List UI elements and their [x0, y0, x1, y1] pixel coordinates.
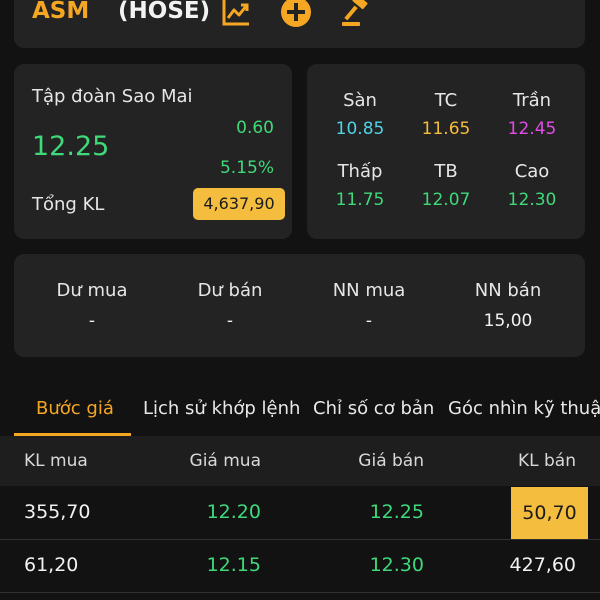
price-level-label: TC [434, 90, 458, 111]
price-level-label: Cao [514, 161, 550, 182]
col-sell-volume: KL bán [517, 451, 576, 471]
foreign-value: - [226, 311, 234, 331]
price-level-label: TB [434, 161, 458, 182]
foreign-sell: NN bán 15,00 [437, 280, 579, 331]
ask-price[interactable]: 12.30 [370, 554, 424, 576]
tab-technical-view[interactable]: Góc nhìn kỹ thuật [448, 398, 600, 419]
ask-price[interactable]: 12.25 [370, 501, 424, 523]
price-average: TB 12.07 [401, 161, 491, 210]
foreign-trading-card: Dư mua - Dư bán - NN mua - NN bán 15,00 [14, 254, 585, 357]
col-buy-volume: KL mua [24, 451, 88, 471]
total-volume-label: Tổng KL [32, 194, 105, 215]
table-row: 355,70 12.20 12.25 50,70 [0, 487, 600, 539]
company-name: Tập đoàn Sao Mai [32, 86, 193, 107]
price-floor: Sàn 10.85 [315, 90, 405, 139]
foreign-label: Dư bán [197, 280, 263, 301]
foreign-value: 15,00 [483, 311, 533, 331]
price-level-value: 12.07 [421, 190, 471, 210]
foreign-label: NN bán [474, 280, 542, 301]
price-ceiling: Trần 12.45 [487, 90, 577, 139]
sell-volume: 50,70 [511, 487, 588, 539]
auction-hammer-icon[interactable] [340, 0, 372, 28]
foreign-label: NN mua [332, 280, 406, 301]
price-levels-card: Sàn 10.85 TC 11.65 Trần 12.45 Thấp 11.75… [307, 64, 585, 239]
sell-surplus: Dư bán - [159, 280, 301, 331]
tab-match-history[interactable]: Lịch sử khớp lệnh [143, 398, 300, 419]
add-circle-icon[interactable] [280, 0, 312, 28]
chart-icon[interactable] [220, 0, 252, 28]
price-level-value: 10.85 [335, 119, 385, 139]
summary-card: Tập đoàn Sao Mai 12.25 0.60 5.15% Tổng K… [14, 64, 292, 239]
table-row: 61,20 12.15 12.30 427,60 [0, 540, 600, 592]
foreign-value: - [88, 311, 96, 331]
foreign-buy: NN mua - [298, 280, 440, 331]
price-level-label: Sàn [343, 90, 377, 111]
stock-header: ASM (HOSE) [14, 0, 585, 48]
buy-volume: 355,70 [24, 501, 91, 523]
foreign-label: Dư mua [56, 280, 128, 301]
bid-price[interactable]: 12.20 [207, 501, 261, 523]
price-high: Cao 12.30 [487, 161, 577, 210]
sell-volume: 427,60 [509, 554, 576, 576]
col-ask-price: Giá bán [358, 451, 424, 471]
foreign-value: - [365, 311, 373, 331]
exchange-label: (HOSE) [118, 0, 211, 24]
tab-fundamentals[interactable]: Chỉ số cơ bản [313, 398, 434, 419]
price-level-label: Trần [512, 90, 552, 111]
current-price: 12.25 [32, 131, 110, 162]
price-reference: TC 11.65 [401, 90, 491, 139]
price-level-value: 11.65 [421, 119, 471, 139]
stock-symbol: ASM [32, 0, 90, 24]
col-bid-price: Giá mua [189, 451, 261, 471]
buy-volume: 61,20 [24, 554, 79, 576]
tab-price-steps[interactable]: Bước giá [36, 398, 114, 419]
total-volume-value: 4,637,90 [193, 188, 285, 220]
bid-price[interactable]: 12.15 [207, 554, 261, 576]
price-change-percent: 5.15% [219, 158, 274, 178]
price-low: Thấp 11.75 [315, 161, 405, 210]
price-change: 0.60 [236, 118, 274, 138]
price-level-label: Thấp [337, 161, 383, 182]
price-level-value: 11.75 [335, 190, 385, 210]
price-level-value: 12.45 [507, 119, 557, 139]
buy-surplus: Dư mua - [21, 280, 163, 331]
row-divider [0, 592, 600, 593]
price-level-value: 12.30 [507, 190, 557, 210]
order-book-header: KL mua Giá mua Giá bán KL bán [0, 436, 600, 486]
